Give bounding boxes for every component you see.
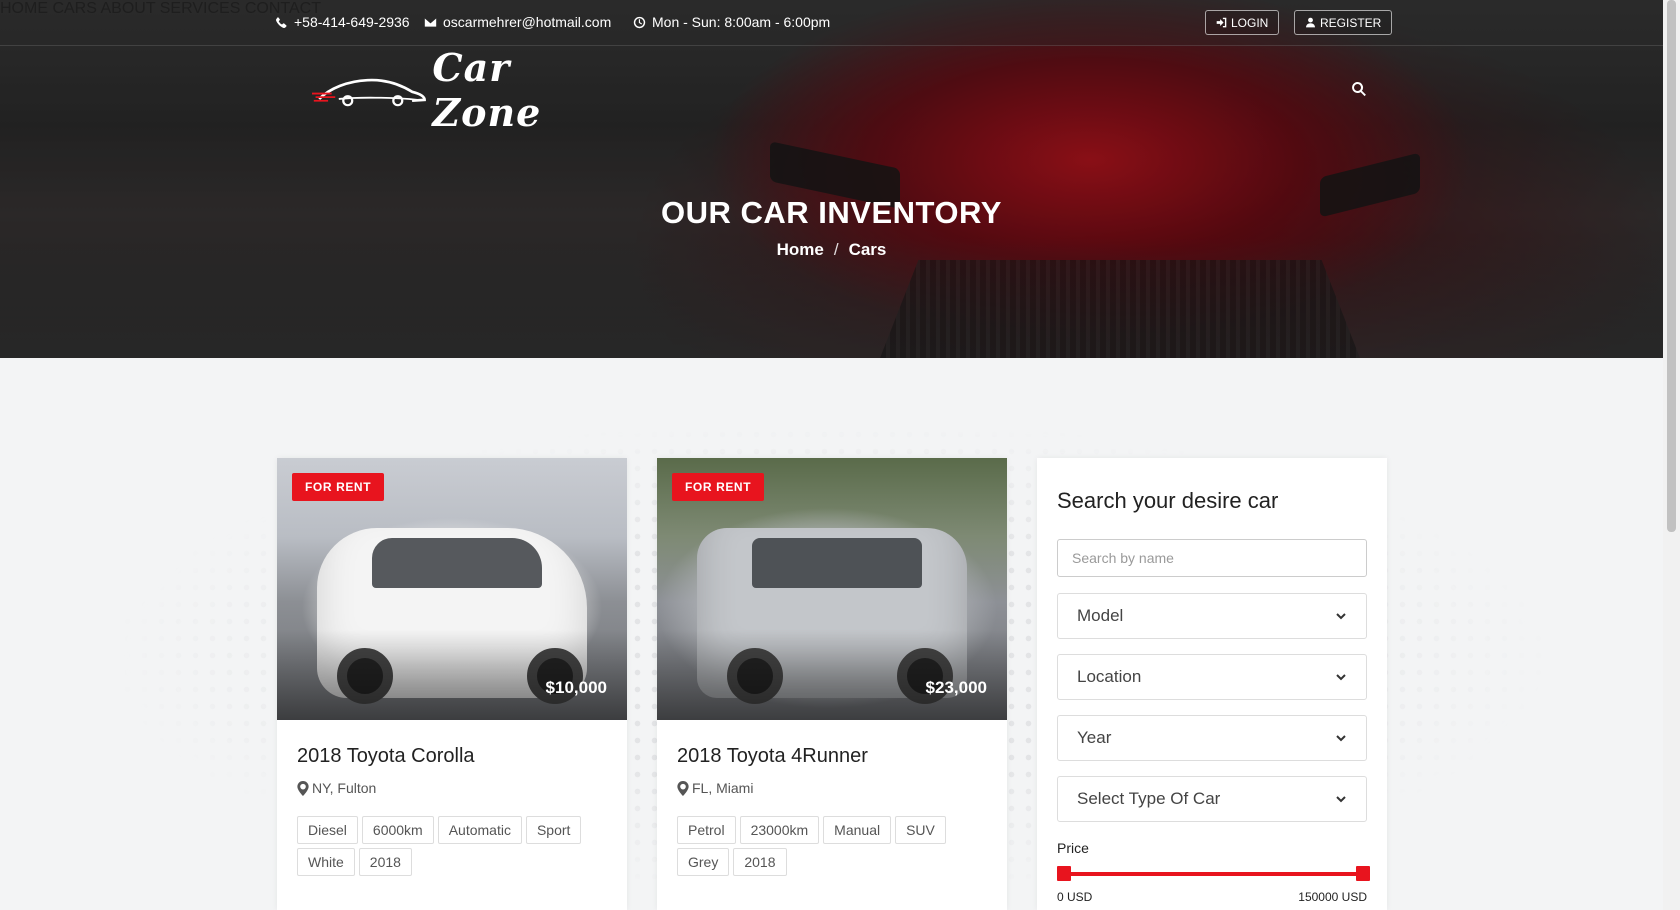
register-label: REGISTER xyxy=(1320,15,1382,30)
spec-tag: Diesel xyxy=(297,816,358,844)
location-text: NY, Fulton xyxy=(312,780,377,796)
photo-shade xyxy=(277,630,627,720)
car-spec-tags: Diesel 6000km Automatic Sport White 2018 xyxy=(297,816,607,876)
spec-tag: 6000km xyxy=(361,816,434,844)
car-price: $23,000 xyxy=(925,678,987,697)
car-type-select-value: Select Type Of Car xyxy=(1077,789,1221,808)
car-location: FL, Miami xyxy=(677,780,753,796)
spec-tag: 23000km xyxy=(739,816,820,844)
model-select[interactable]: Model xyxy=(1057,593,1367,639)
spec-tag: 2018 xyxy=(733,848,787,876)
price-range-track[interactable] xyxy=(1063,872,1363,876)
search-icon xyxy=(1352,82,1366,97)
chevron-down-icon xyxy=(1336,735,1346,742)
top-info-bar: +58-414-649-2936 oscarmehrer@hotmail.com… xyxy=(0,0,1663,46)
chevron-down-icon xyxy=(1336,674,1346,681)
spec-tag: SUV xyxy=(895,816,946,844)
brand-name: Car Zone xyxy=(432,45,542,135)
phone-icon xyxy=(276,16,287,28)
chevron-down-icon xyxy=(1336,613,1346,620)
register-button[interactable]: REGISTER xyxy=(1294,10,1393,35)
car-card[interactable]: FOR RENT $10,000 2018 Toyota Corolla NY,… xyxy=(277,458,627,910)
spec-tag: Automatic xyxy=(437,816,522,844)
brand-logo[interactable]: Car Zone xyxy=(312,45,612,135)
login-button[interactable]: LOGIN xyxy=(1205,10,1280,35)
user-icon xyxy=(1306,17,1315,28)
email-address: oscarmehrer@hotmail.com xyxy=(443,14,612,30)
phone-number: +58-414-649-2936 xyxy=(294,14,410,30)
spec-tag: Sport xyxy=(525,816,582,844)
spec-tag: 2018 xyxy=(358,848,412,876)
car-location: NY, Fulton xyxy=(297,780,376,796)
breadcrumb: Home / Cars xyxy=(0,240,1663,260)
page-scrollbar[interactable] xyxy=(1663,0,1680,910)
login-label: LOGIN xyxy=(1231,15,1269,30)
car-photo[interactable]: FOR RENT $10,000 xyxy=(277,458,627,720)
envelope-icon xyxy=(424,17,437,27)
spec-tag: Manual xyxy=(823,816,892,844)
breadcrumb-home[interactable]: Home xyxy=(777,240,824,259)
car-card[interactable]: FOR RENT $23,000 2018 Toyota 4Runner FL,… xyxy=(657,458,1007,910)
chevron-down-icon xyxy=(1336,796,1346,803)
car-photo[interactable]: FOR RENT $23,000 xyxy=(657,458,1007,720)
spec-tag: Petrol xyxy=(677,816,736,844)
opening-hours: Mon - Sun: 8:00am - 6:00pm xyxy=(652,14,831,30)
car-spec-tags: Petrol 23000km Manual SUV Grey 2018 xyxy=(677,816,987,876)
year-select-value: Year xyxy=(1077,728,1112,747)
status-badge: FOR RENT xyxy=(672,473,765,501)
price-min-handle[interactable] xyxy=(1057,866,1071,881)
map-marker-icon xyxy=(297,780,309,796)
location-select-value: Location xyxy=(1077,667,1142,686)
price-label: Price xyxy=(1057,840,1089,856)
location-text: FL, Miami xyxy=(692,780,754,796)
price-max-handle[interactable] xyxy=(1356,866,1370,881)
page-title: OUR CAR INVENTORY xyxy=(661,195,1002,230)
search-heading: Search your desire car xyxy=(1057,488,1279,513)
car-type-select[interactable]: Select Type Of Car xyxy=(1057,776,1367,822)
email-info: oscarmehrer@hotmail.com xyxy=(424,14,611,30)
car-price: $10,000 xyxy=(545,678,607,697)
nav-search-button[interactable] xyxy=(1351,81,1367,97)
scrollbar-thumb[interactable] xyxy=(1667,0,1676,532)
search-name-input[interactable] xyxy=(1057,539,1367,577)
car-title[interactable]: 2018 Toyota 4Runner xyxy=(677,745,868,768)
price-max-label: 150000 USD xyxy=(1298,890,1367,904)
hero-banner: +58-414-649-2936 oscarmehrer@hotmail.com… xyxy=(0,0,1663,358)
model-select-value: Model xyxy=(1077,606,1124,625)
car-windshield-shape xyxy=(752,538,922,588)
spec-tag: White xyxy=(297,848,355,876)
breadcrumb-separator: / xyxy=(833,240,839,259)
sign-in-icon xyxy=(1216,17,1227,28)
map-marker-icon xyxy=(677,780,689,796)
phone-info: +58-414-649-2936 xyxy=(275,14,410,30)
breadcrumb-current: Cars xyxy=(848,240,887,259)
car-windshield-shape xyxy=(372,538,542,588)
search-panel: Search your desire car Model Location Ye… xyxy=(1037,458,1387,910)
photo-shade xyxy=(657,630,1007,720)
car-title[interactable]: 2018 Toyota Corolla xyxy=(297,745,475,768)
hero-overlay xyxy=(0,0,1663,358)
hours-info: Mon - Sun: 8:00am - 6:00pm xyxy=(633,14,830,30)
price-min-label: 0 USD xyxy=(1057,890,1093,904)
car-logo-icon xyxy=(312,78,426,107)
location-select[interactable]: Location xyxy=(1057,654,1367,700)
year-select[interactable]: Year xyxy=(1057,715,1367,761)
status-badge: FOR RENT xyxy=(292,473,385,501)
clock-icon xyxy=(633,16,646,28)
spec-tag: Grey xyxy=(677,848,730,876)
